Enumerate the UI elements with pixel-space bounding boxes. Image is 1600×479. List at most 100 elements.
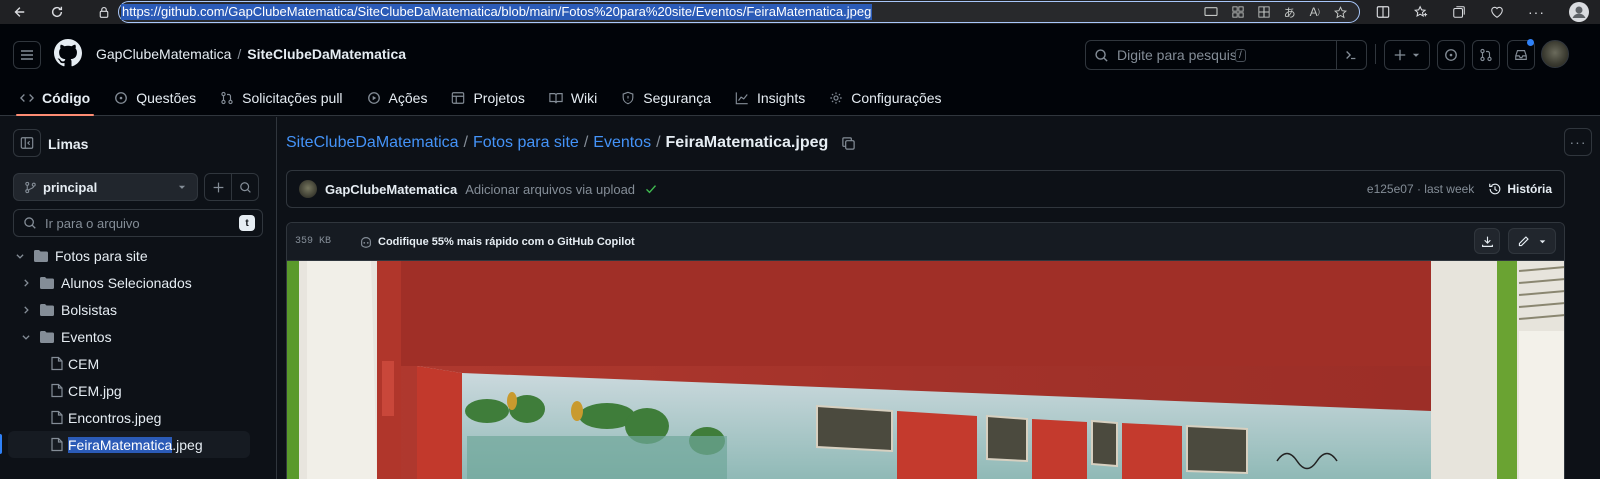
browser-essentials-icon[interactable] <box>1490 5 1504 19</box>
history-button[interactable]: História <box>1488 182 1552 196</box>
go-to-file-input[interactable] <box>45 215 230 231</box>
check-icon[interactable] <box>645 183 657 195</box>
path-link-folder[interactable]: Fotos para site <box>473 134 579 152</box>
file-tree-sidebar: Limas principal t Fotos para site Alunos… <box>0 117 277 479</box>
copilot-icon <box>359 235 373 249</box>
search-box[interactable]: / <box>1085 40 1367 70</box>
inbox-icon <box>1515 50 1527 60</box>
go-to-file-box[interactable]: t <box>13 209 263 237</box>
book-icon <box>549 91 563 105</box>
tree-folder-eventos[interactable]: Eventos <box>0 323 276 350</box>
path-separator: / <box>583 134 589 151</box>
copilot-promo[interactable]: Codifique 55% mais rápido com o GitHub C… <box>359 235 635 249</box>
create-new-button[interactable] <box>1384 40 1430 70</box>
collections-icon[interactable] <box>1452 5 1466 19</box>
breadcrumb-separator: / <box>237 46 242 62</box>
pull-requests-button[interactable] <box>1472 40 1500 70</box>
commit-message[interactable]: Adicionar arquivos via upload <box>465 182 635 197</box>
settings-more-icon[interactable]: ··· <box>1528 4 1545 20</box>
tree-label: CEM.jpg <box>68 382 122 399</box>
tab-projects[interactable]: Projetos <box>439 80 536 116</box>
back-button[interactable] <box>7 0 31 24</box>
reload-button[interactable] <box>45 0 69 24</box>
file-icon <box>51 356 63 371</box>
tree-file-encontros[interactable]: Encontros.jpeg <box>0 404 276 431</box>
file-icon <box>51 383 63 398</box>
folder-icon <box>39 276 55 290</box>
file-size: 359 KB <box>295 236 332 247</box>
tree-file-cem[interactable]: CEM <box>0 350 276 377</box>
tab-insights[interactable]: Insights <box>723 80 817 116</box>
profile-avatar-icon[interactable] <box>1569 2 1589 22</box>
read-aloud-icon[interactable]: A) <box>1310 5 1320 19</box>
tree-label: Bolsistas <box>61 301 118 318</box>
reading-view-icon[interactable] <box>1204 6 1218 18</box>
issues-button[interactable] <box>1437 40 1465 70</box>
search-files-button[interactable] <box>231 173 259 201</box>
kebab-horizontal-icon: ··· <box>1569 134 1587 150</box>
lock-icon <box>92 0 116 24</box>
chevron-right-icon[interactable] <box>20 278 32 288</box>
address-bar[interactable]: https://github.com/GapClubeMatematica/Si… <box>118 1 1360 23</box>
tab-settings[interactable]: Configurações <box>817 80 953 116</box>
favorite-star-icon[interactable] <box>1334 5 1347 19</box>
commit-hash-time[interactable]: e125e07 · last week <box>1367 182 1474 196</box>
add-file-button[interactable] <box>204 173 232 201</box>
browser-toolbar: https://github.com/GapClubeMatematica/Si… <box>0 0 1600 24</box>
app-available-icon[interactable] <box>1232 6 1244 18</box>
tree-label: Eventos <box>61 328 112 345</box>
commit-author[interactable]: GapClubeMatematica <box>325 182 457 197</box>
current-file-name: FeiraMatematica.jpeg <box>665 134 829 151</box>
tree-label: FeiraMatematica.jpeg <box>68 436 203 453</box>
edit-file-button[interactable] <box>1508 228 1556 254</box>
command-palette-button[interactable] <box>1336 41 1364 69</box>
tab-pull-requests[interactable]: Solicitações pull <box>208 80 354 116</box>
repo-name-link[interactable]: SiteClubeDaMatematica <box>247 46 406 62</box>
reload-icon <box>51 6 63 18</box>
path-link-repo[interactable]: SiteClubeDaMatematica <box>286 134 459 152</box>
tab-code[interactable]: Código <box>8 80 102 116</box>
github-logo-icon[interactable] <box>54 39 82 67</box>
tab-wiki[interactable]: Wiki <box>537 80 609 116</box>
feira-matematica-photo <box>287 261 1564 479</box>
translate-icon[interactable]: あ <box>1284 4 1296 21</box>
tab-security[interactable]: Segurança <box>609 80 723 116</box>
address-bar-actions: あ A) <box>1204 2 1347 22</box>
menu-button[interactable] <box>13 41 41 69</box>
issue-icon <box>114 91 128 105</box>
main-content: SiteClubeDaMatematica / Fotos para site … <box>278 117 1600 479</box>
chevron-right-icon[interactable] <box>20 305 32 315</box>
extensions-grid-icon[interactable] <box>1258 6 1270 18</box>
pull-request-icon <box>220 91 234 105</box>
download-button[interactable] <box>1474 228 1500 254</box>
chevron-down-icon[interactable] <box>14 251 26 261</box>
repo-owner-link[interactable]: GapClubeMatematica <box>96 46 231 62</box>
favorites-icon[interactable] <box>1414 5 1428 19</box>
issue-opened-icon <box>1445 49 1457 61</box>
tab-label: Código <box>42 90 91 106</box>
commit-author-avatar[interactable] <box>299 180 317 198</box>
copy-path-icon[interactable] <box>841 136 856 151</box>
tab-label: Questões <box>136 90 197 106</box>
tree-folder-fotos-para-site[interactable]: Fotos para site <box>0 242 276 269</box>
more-options-button[interactable]: ··· <box>1564 128 1592 156</box>
tree-label: CEM <box>68 355 100 372</box>
search-input[interactable] <box>1117 47 1235 63</box>
tab-issues[interactable]: Questões <box>102 80 208 116</box>
chevron-down-icon[interactable] <box>20 332 32 342</box>
tree-folder-alunos-selecionados[interactable]: Alunos Selecionados <box>0 269 276 296</box>
split-screen-icon[interactable] <box>1376 5 1390 19</box>
user-avatar[interactable] <box>1541 40 1569 68</box>
shield-icon <box>621 91 635 105</box>
branch-selector[interactable]: principal <box>13 173 198 201</box>
path-link-subfolder[interactable]: Eventos <box>593 134 651 152</box>
tree-file-feira-matematica[interactable]: FeiraMatematica.jpeg <box>0 431 250 458</box>
tree-label-rest: .jpeg <box>172 436 203 453</box>
collapse-sidebar-button[interactable] <box>13 129 41 157</box>
sidebar-collapse-icon <box>20 137 34 149</box>
tree-folder-bolsistas[interactable]: Bolsistas <box>0 296 276 323</box>
tree-file-cem-jpg[interactable]: CEM.jpg <box>0 377 276 404</box>
tab-actions[interactable]: Ações <box>355 80 440 116</box>
pencil-icon <box>1518 235 1529 246</box>
url-text[interactable]: https://github.com/GapClubeMatematica/Si… <box>121 4 873 20</box>
